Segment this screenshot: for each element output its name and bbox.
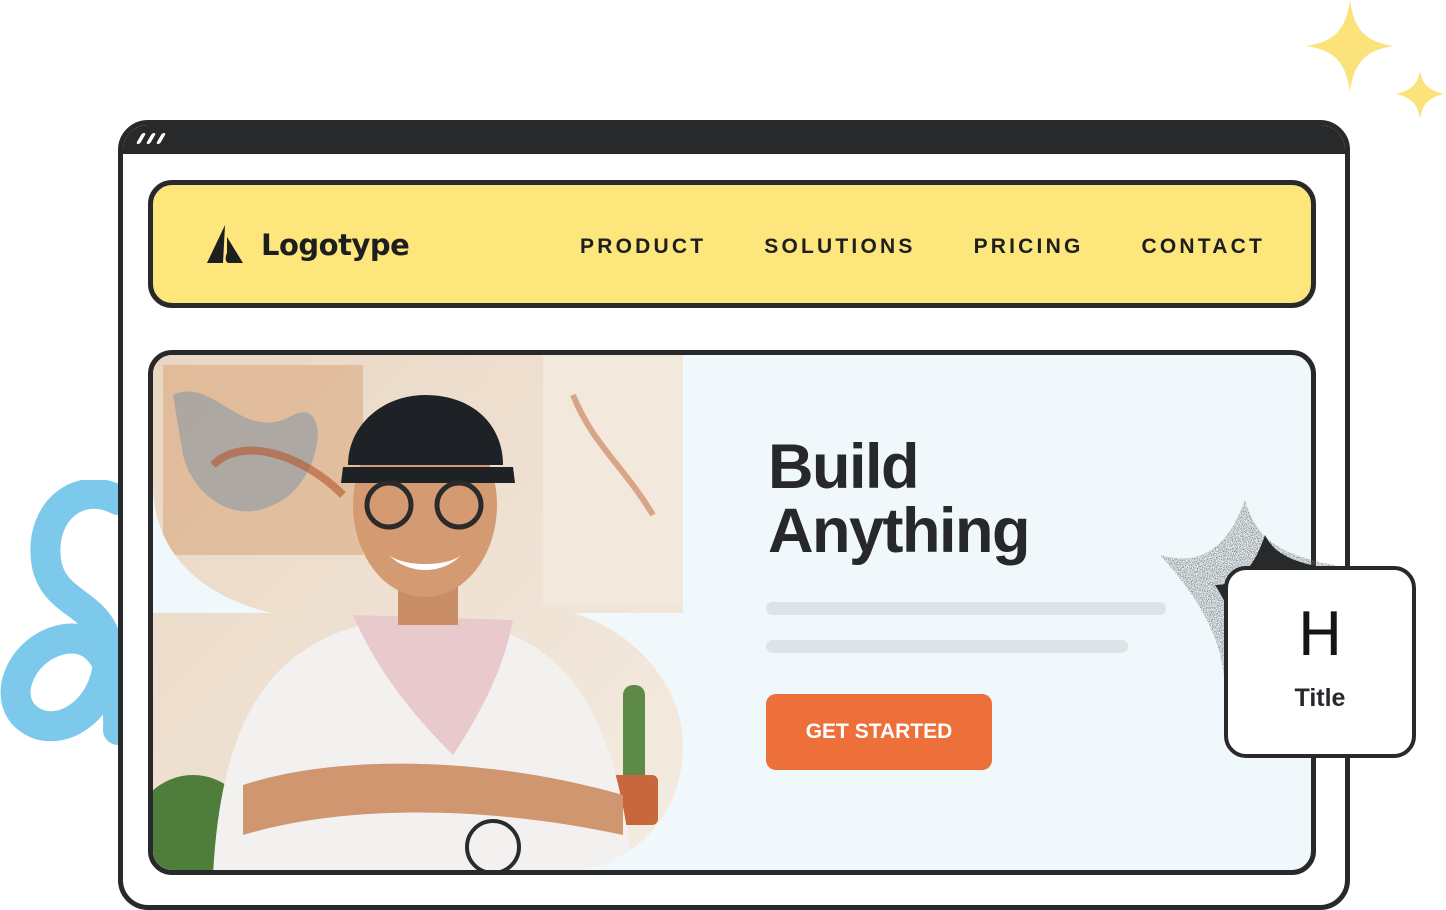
hero-section: Build Anything GET STARTED <box>148 350 1316 875</box>
nav-item-product[interactable]: PRODUCT <box>580 235 706 259</box>
text-placeholder-line <box>766 640 1128 653</box>
text-placeholder-line <box>766 602 1166 615</box>
portrait-photo <box>153 355 683 870</box>
card-title-label: Title <box>1294 684 1346 712</box>
heading-block-card[interactable]: H Title <box>1224 566 1416 758</box>
logo-text: Logotype <box>261 228 410 262</box>
headline-line-1: Build <box>768 432 919 502</box>
window-controls-icon[interactable] <box>135 133 167 144</box>
sparkle-icon <box>1306 0 1444 120</box>
headline-line-2: Anything <box>768 496 1030 566</box>
nav-menu: PRODUCT SOLUTIONS PRICING CONTACT <box>580 235 1265 259</box>
nav-item-pricing[interactable]: PRICING <box>974 235 1084 259</box>
logo-mark-icon <box>207 225 243 263</box>
site-navbar: Logotype PRODUCT SOLUTIONS PRICING CONTA… <box>148 180 1316 308</box>
get-started-button[interactable]: GET STARTED <box>766 694 992 770</box>
squiggle-decoration <box>0 480 130 745</box>
logo[interactable]: Logotype <box>203 223 410 267</box>
window-title-bar <box>123 125 1345 154</box>
nav-item-solutions[interactable]: SOLUTIONS <box>764 235 915 259</box>
hero-headline: Build Anything <box>768 432 1030 566</box>
nav-item-contact[interactable]: CONTACT <box>1142 235 1266 259</box>
heading-glyph: H <box>1297 600 1343 670</box>
